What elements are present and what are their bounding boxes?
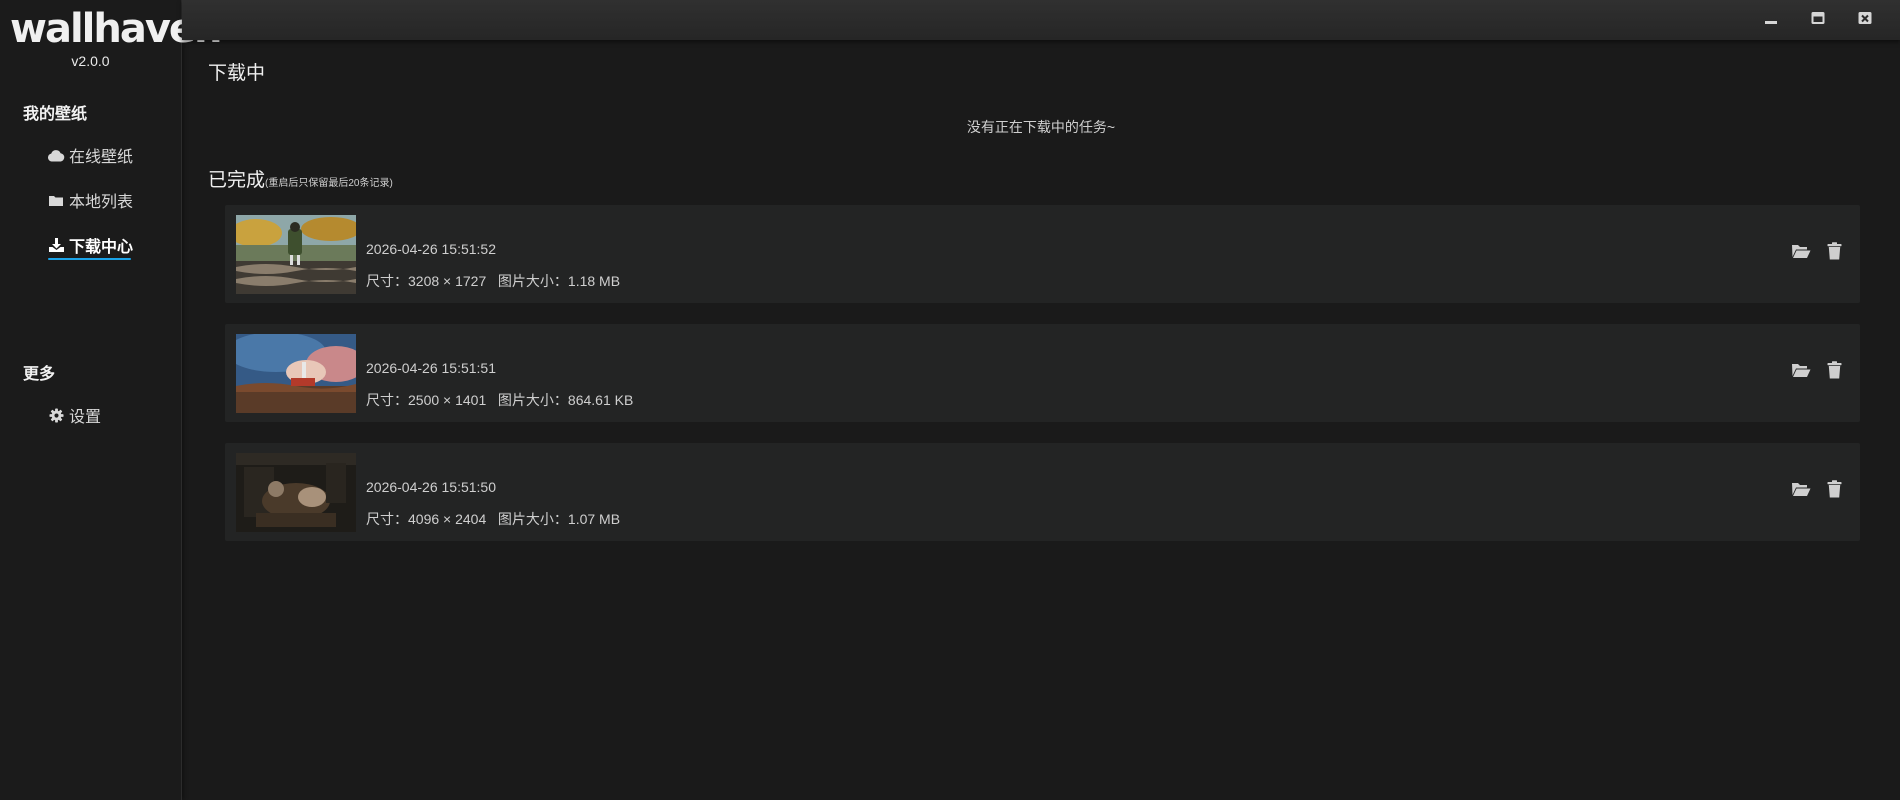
active-nav-indicator: [48, 258, 131, 260]
image-filesize: 1.18 MB: [567, 273, 621, 289]
trash-icon: [1827, 241, 1842, 265]
filesize-label: 图片大小：: [497, 273, 568, 289]
close-button[interactable]: [1852, 8, 1878, 32]
group-title-more: 更多: [23, 366, 56, 383]
minimize-button[interactable]: [1758, 8, 1784, 32]
wallpaper-thumbnail[interactable]: [236, 215, 356, 294]
minimize-icon: [1763, 10, 1779, 31]
trash-icon: [1827, 360, 1842, 384]
size-label: 尺寸：: [366, 392, 408, 408]
image-info: 尺寸：2500 × 1401 图片大小：864.61 KB: [366, 390, 633, 410]
downloading-title: 下载中: [208, 63, 266, 84]
download-time: 2026-04-26 15:51:51: [366, 360, 496, 376]
list-item: 2026-04-26 15:51:52 尺寸：3208 × 1727 图片大小：…: [225, 205, 1860, 303]
open-folder-button[interactable]: [1790, 243, 1812, 263]
folder-open-icon: [1791, 362, 1811, 383]
list-item: 2026-04-26 15:51:50 尺寸：4096 × 2404 图片大小：…: [225, 443, 1860, 541]
completed-note: (重启后只保留最后20条记录): [265, 178, 393, 189]
maximize-button[interactable]: [1805, 8, 1831, 32]
folder-icon: [47, 192, 65, 208]
download-icon: [47, 237, 65, 253]
sidebar-item-online-wallpapers[interactable]: 在线壁纸: [47, 142, 133, 168]
group-title-my-wallpapers: 我的壁纸: [23, 106, 88, 123]
wallpaper-thumbnail[interactable]: [236, 334, 356, 413]
wallpaper-thumbnail[interactable]: [236, 453, 356, 532]
filesize-label: 图片大小：: [497, 392, 568, 408]
app-window: wallhaven v2.0.0 我的壁纸 在线壁纸 本地列表 下载中心 更多: [0, 0, 1900, 800]
image-filesize: 864.61 KB: [567, 392, 634, 408]
sidebar-item-label: 本地列表: [69, 194, 134, 211]
app-version: v2.0.0: [71, 53, 110, 69]
image-dimensions: 3208 × 1727: [408, 273, 487, 289]
open-folder-button[interactable]: [1790, 362, 1812, 382]
download-time: 2026-04-26 15:51:52: [366, 241, 496, 257]
image-dimensions: 2500 × 1401: [408, 392, 487, 408]
title-bar: [182, 0, 1900, 40]
image-info: 尺寸：3208 × 1727 图片大小：1.18 MB: [366, 271, 620, 291]
cloud-icon: [47, 147, 65, 163]
download-time: 2026-04-26 15:51:50: [366, 479, 496, 495]
sidebar-item-label: 设置: [69, 409, 102, 426]
folder-open-icon: [1791, 243, 1811, 264]
image-info: 尺寸：4096 × 2404 图片大小：1.07 MB: [366, 509, 620, 529]
open-folder-button[interactable]: [1790, 481, 1812, 501]
sidebar-item-download-center[interactable]: 下载中心: [47, 232, 133, 258]
maximize-icon: [1810, 10, 1826, 31]
delete-button[interactable]: [1823, 479, 1845, 503]
completed-title: 已完成: [208, 170, 266, 191]
trash-icon: [1827, 479, 1842, 503]
gear-icon: [47, 407, 65, 423]
app-logo: wallhaven: [10, 6, 223, 52]
sidebar-item-local-list[interactable]: 本地列表: [47, 187, 133, 213]
size-label: 尺寸：: [366, 273, 408, 289]
close-icon: [1857, 10, 1873, 31]
sidebar-item-label: 在线壁纸: [69, 149, 134, 166]
folder-open-icon: [1791, 481, 1811, 502]
image-dimensions: 4096 × 2404: [408, 511, 487, 527]
sidebar: wallhaven v2.0.0 我的壁纸 在线壁纸 本地列表 下载中心 更多: [0, 0, 223, 800]
image-filesize: 1.07 MB: [567, 511, 621, 527]
size-label: 尺寸：: [366, 511, 408, 527]
empty-downloads-message: 没有正在下载中的任务~: [966, 119, 1116, 135]
delete-button[interactable]: [1823, 241, 1845, 265]
delete-button[interactable]: [1823, 360, 1845, 384]
completed-title-row: 已完成(重启后只保留最后20条记录): [208, 165, 393, 192]
list-item: 2026-04-26 15:51:51 尺寸：2500 × 1401 图片大小：…: [225, 324, 1860, 422]
filesize-label: 图片大小：: [497, 511, 568, 527]
sidebar-item-settings[interactable]: 设置: [47, 402, 101, 428]
sidebar-item-label: 下载中心: [69, 239, 134, 256]
